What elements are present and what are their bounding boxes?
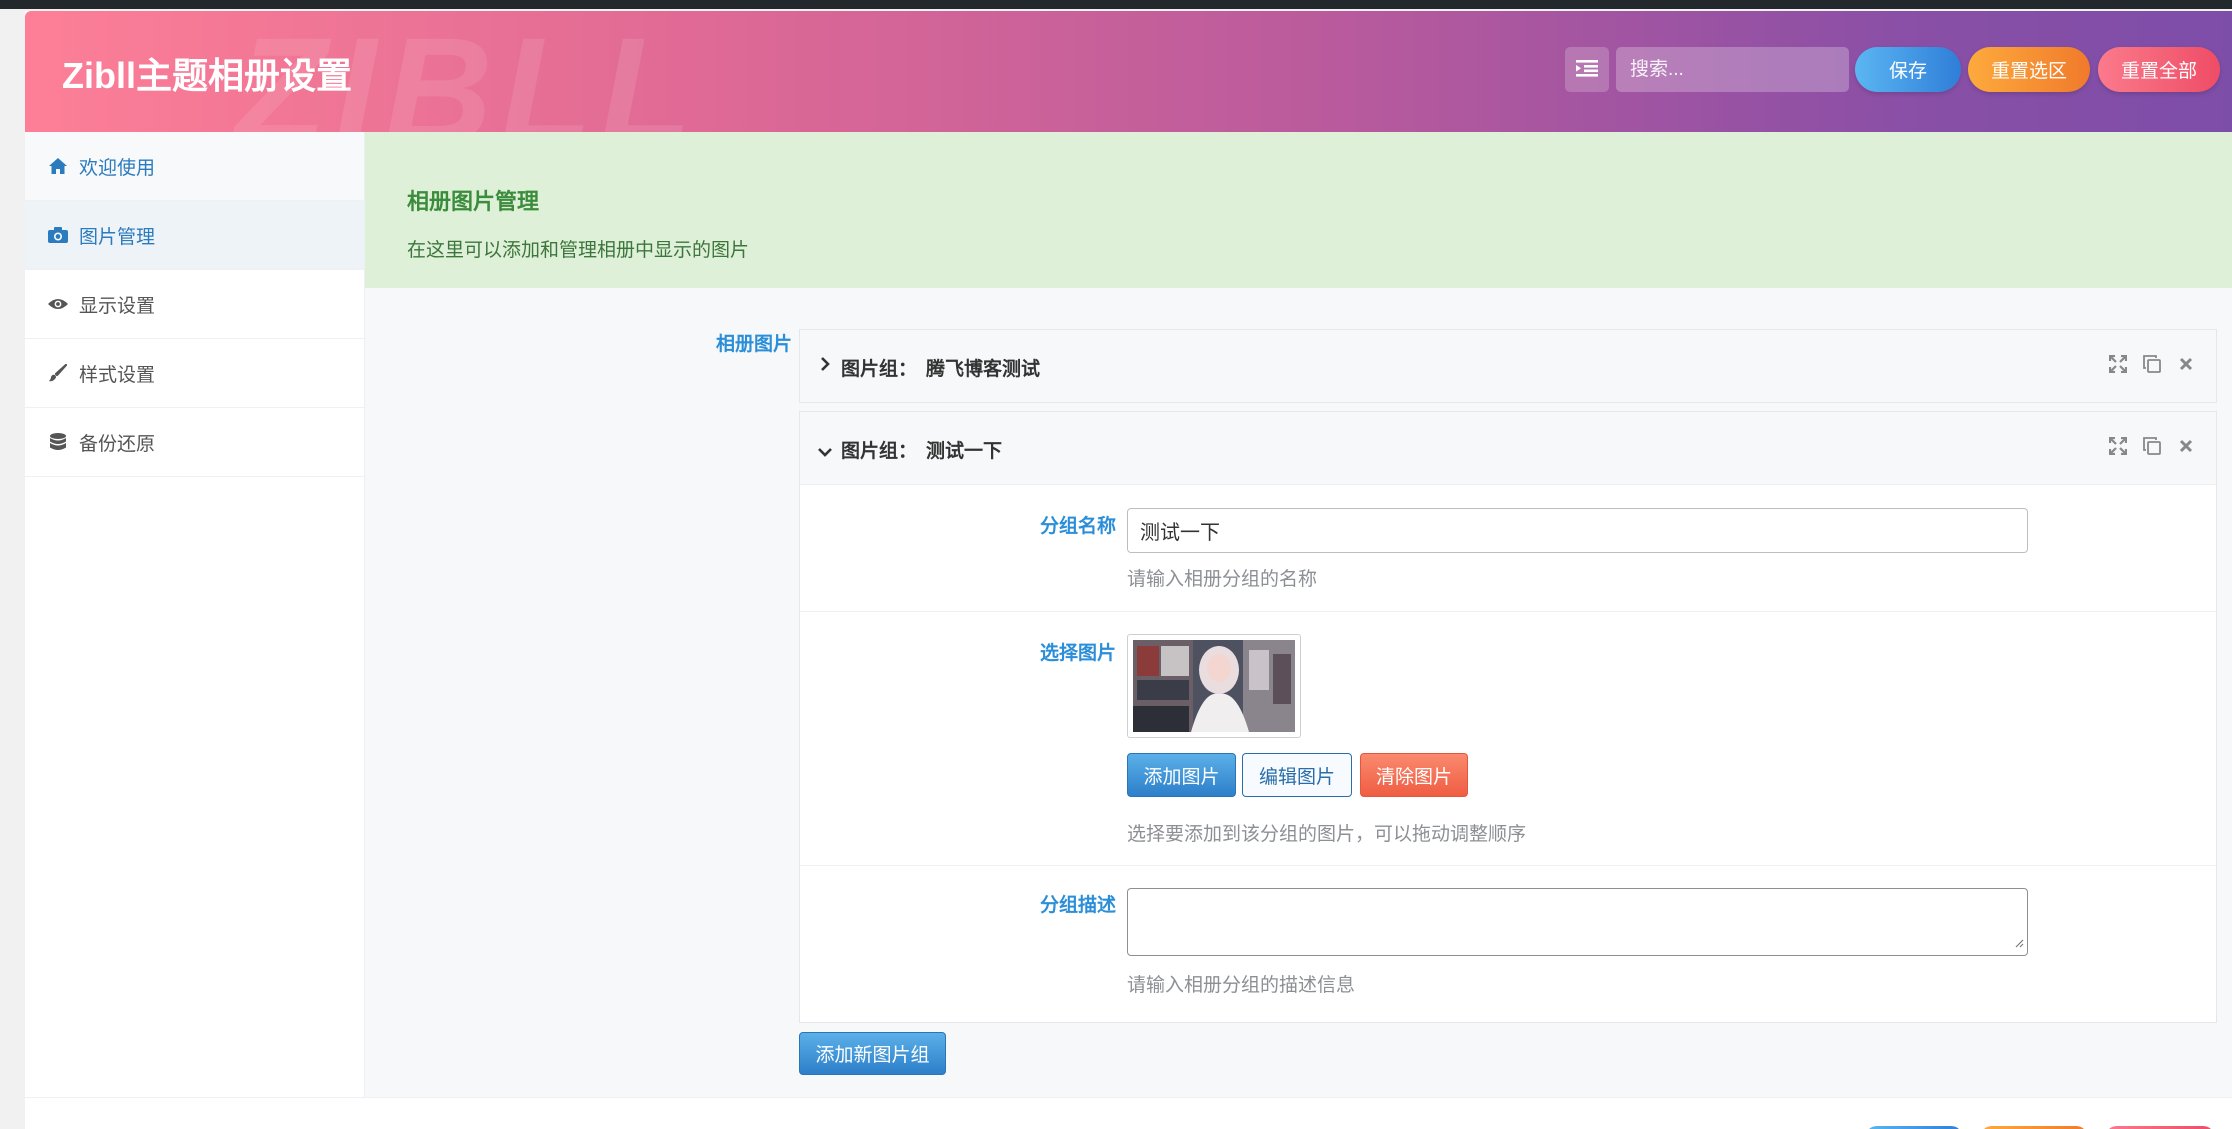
sidebar-item-display[interactable]: 显示设置: [25, 270, 364, 339]
resize-handle-icon[interactable]: [2014, 933, 2024, 952]
group-desc-help: 请输入相册分组的描述信息: [1127, 974, 1356, 996]
sidebar-item-backup[interactable]: 备份还原: [25, 408, 364, 477]
group-actions: [2108, 436, 2196, 456]
chevron-down-icon: [817, 442, 833, 461]
select-image-row: 选择图片 添加图片 编辑图片 清除图片 选择要添加到该分组的图片，可以拖动调整顺…: [800, 611, 2216, 865]
sidebar-item-label: 样式设置: [79, 363, 156, 386]
select-image-label: 选择图片: [1039, 642, 1116, 664]
close-icon[interactable]: [2176, 436, 2196, 456]
camera-icon: [47, 224, 69, 246]
thumbnail-image: [1133, 640, 1295, 732]
footer-bar: [25, 1097, 2232, 1129]
edit-image-button[interactable]: 编辑图片: [1242, 753, 1352, 797]
header-bar: ZIBLL Zibll主题相册设置 保存 重置选区 重置全部: [25, 11, 2232, 132]
expand-icon[interactable]: [2108, 354, 2128, 374]
group-desc-label: 分组描述: [1039, 894, 1116, 916]
list-indent-icon: [1576, 59, 1598, 81]
select-image-help: 选择要添加到该分组的图片，可以拖动调整顺序: [1127, 823, 1527, 845]
sidebar-item-images[interactable]: 图片管理: [25, 201, 364, 270]
group-prefix: 图片组：: [841, 440, 918, 462]
gallery-field-label: 相册图片: [716, 333, 793, 355]
add-image-button[interactable]: 添加图片: [1127, 753, 1236, 797]
section-notice: 相册图片管理 在这里可以添加和管理相册中显示的图片: [365, 132, 2232, 288]
group-body: 分组名称 请输入相册分组的名称 选择图片: [800, 484, 2216, 1022]
eye-icon: [47, 293, 69, 315]
settings-panel: ZIBLL Zibll主题相册设置 保存 重置选区 重置全部 欢迎使用: [25, 11, 2232, 1129]
sidebar-item-label: 图片管理: [79, 225, 156, 248]
clone-icon[interactable]: [2142, 354, 2162, 374]
sidebar-item-style[interactable]: 样式设置: [25, 339, 364, 408]
sidebar-item-label: 备份还原: [79, 432, 156, 455]
paint-brush-icon: [47, 362, 69, 384]
notice-title: 相册图片管理: [407, 190, 540, 215]
sidebar-item-label: 显示设置: [79, 294, 156, 317]
group-header[interactable]: 图片组： 腾飞博客测试: [800, 330, 2216, 402]
clone-icon[interactable]: [2142, 436, 2162, 456]
sidebar: 欢迎使用 图片管理 显示设置 样式设置 备份还原: [25, 132, 365, 1097]
admin-left-strip: [0, 9, 25, 1129]
group-actions: [2108, 354, 2196, 374]
clear-image-button[interactable]: 清除图片: [1360, 753, 1468, 797]
image-group-expanded: 图片组： 测试一下 分组名称 测试一下 请输入相册分组的名称 选择图片 添加图片…: [799, 411, 2217, 1023]
home-icon: [47, 155, 69, 177]
image-group-collapsed: 图片组： 腾飞博客测试: [799, 329, 2217, 403]
browser-top-bar: [0, 0, 2232, 9]
notice-description: 在这里可以添加和管理相册中显示的图片: [407, 239, 750, 261]
group-name-row: 分组名称 请输入相册分组的名称: [800, 484, 2216, 611]
main-content: 相册图片管理 在这里可以添加和管理相册中显示的图片 相册图片 图片组： 腾飞博客…: [365, 132, 2232, 1097]
sidebar-item-label: 欢迎使用: [79, 156, 156, 179]
chevron-right-icon: [820, 356, 830, 376]
group-name-input[interactable]: [1127, 508, 2028, 553]
group-name-label: 分组名称: [1039, 515, 1116, 537]
close-icon[interactable]: [2176, 354, 2196, 374]
database-icon: [47, 431, 69, 453]
group-name: 腾飞博客测试: [926, 358, 1041, 380]
group-name: 测试一下: [926, 440, 1003, 462]
group-desc-textarea[interactable]: [1127, 888, 2028, 956]
group-prefix: 图片组：: [841, 358, 918, 380]
sidebar-item-welcome[interactable]: 欢迎使用: [25, 132, 364, 201]
page-title: Zibll主题相册设置: [62, 55, 352, 96]
reset-all-button[interactable]: 重置全部: [2098, 47, 2220, 92]
group-name-help: 请输入相册分组的名称: [1127, 568, 1318, 590]
save-button[interactable]: 保存: [1855, 47, 1961, 92]
toggle-menu-button[interactable]: [1565, 47, 1609, 92]
search-input[interactable]: [1616, 47, 1849, 92]
image-thumbnail[interactable]: [1127, 634, 1301, 738]
group-header[interactable]: 图片组： 测试一下: [800, 412, 2216, 484]
add-group-button[interactable]: 添加新图片组: [799, 1032, 946, 1075]
group-desc-row: 分组描述 请输入相册分组的描述信息: [800, 865, 2216, 1022]
expand-icon[interactable]: [2108, 436, 2128, 456]
reset-section-button[interactable]: 重置选区: [1968, 47, 2090, 92]
image-actions: 添加图片 编辑图片 清除图片: [1127, 753, 1472, 797]
